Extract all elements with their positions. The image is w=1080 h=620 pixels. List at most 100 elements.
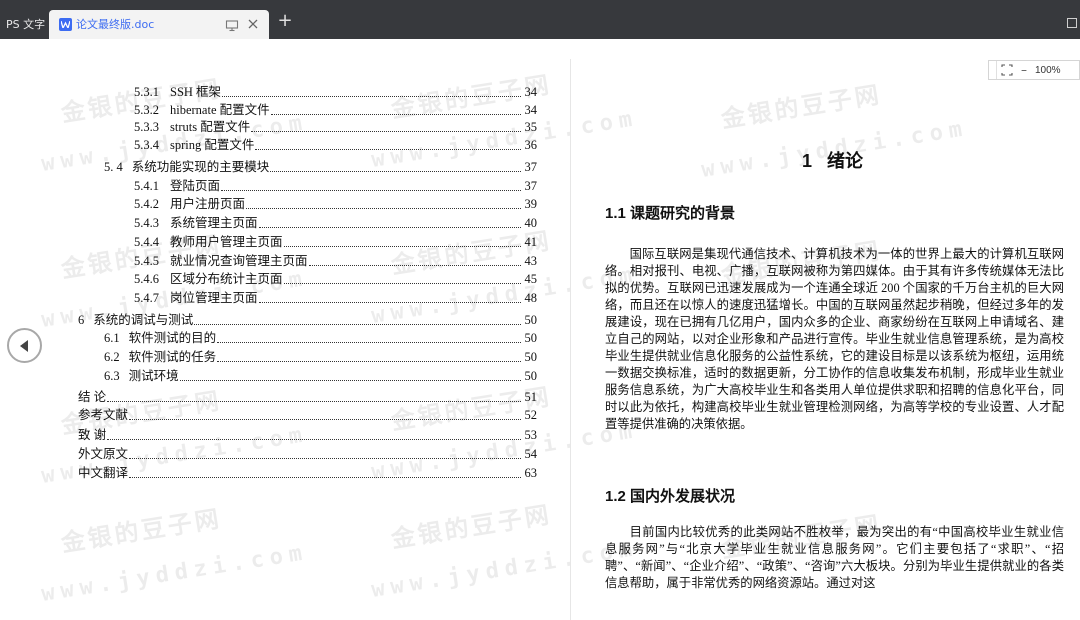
toc-entry[interactable]: 5.4.4 教师用户管理主页面 41: [134, 233, 537, 250]
toc-entry-title: 测试环境: [128, 369, 179, 383]
toc-entry-title: struts 配置文件: [170, 120, 251, 134]
toc-entry[interactable]: 6.1 软件测试的目的 50: [104, 329, 537, 346]
word-doc-icon: [59, 18, 72, 31]
toc-leader-dots: [255, 149, 521, 150]
toc-leader-dots: [258, 227, 521, 228]
toc-entry-page: 40: [524, 216, 538, 230]
document-view[interactable]: 金银的豆子网 www.jyddzi.com 金银的豆子网 www.jyddzi.…: [0, 39, 1080, 620]
toc-entry[interactable]: 6.2 软件测试的任务 50: [104, 348, 537, 365]
toc-entry-page: 50: [524, 313, 538, 327]
document-tab[interactable]: 论文最终版.doc: [49, 10, 269, 39]
toc-leader-dots: [221, 190, 521, 191]
toc-entry-page: 50: [524, 369, 538, 383]
toc-leader-dots: [107, 439, 521, 440]
toc-entry-title: 外文原文: [78, 447, 129, 461]
toc-leader-dots: [129, 458, 521, 459]
toc-entry[interactable]: 5.4.3 系统管理主页面 40: [134, 214, 537, 231]
watermark-url: www.jyddzi.com: [39, 540, 310, 607]
toc-entry[interactable]: 6.3 测试环境 50: [104, 367, 537, 384]
toc-entry[interactable]: 5.4.5 就业情况查询管理主页面 43: [134, 252, 537, 269]
toc-entry-page: 34: [524, 85, 538, 99]
toc-entry[interactable]: 致 谢 53: [78, 426, 537, 443]
toc-entry-page: 50: [524, 331, 538, 345]
toc-entry[interactable]: 中文翻译 63: [78, 464, 537, 481]
toc-entry[interactable]: 结 论 51: [78, 388, 537, 405]
toc-entry-number: 6: [78, 313, 85, 327]
toc-entry[interactable]: 5.3.1 SSH 框架 34: [134, 83, 537, 100]
toc-entry[interactable]: 5.4.1 登陆页面 37: [134, 177, 537, 194]
toc-entry[interactable]: 5. 4 系统功能实现的主要模块 37: [104, 158, 537, 175]
previous-page-button[interactable]: [7, 328, 42, 363]
drag-handle-icon[interactable]: [989, 61, 997, 79]
watermark-cn: 金银的豆子网: [389, 500, 554, 554]
zoom-level[interactable]: 100%: [1031, 65, 1061, 76]
toc-entry-title: 结 论: [78, 390, 107, 404]
toc-entry-title: 软件测试的目的: [128, 331, 217, 345]
toc-entry-title: 登陆页面: [170, 179, 221, 193]
toc-leader-dots: [194, 324, 521, 325]
toc-entry[interactable]: 参考文献 52: [78, 406, 537, 423]
toc-entry[interactable]: 5.3.3 struts 配置文件 35: [134, 118, 537, 135]
section-title-1-1: 1.1 课题研究的背景: [605, 205, 736, 222]
page-divider: [570, 59, 571, 620]
toc-entry[interactable]: 5.4.6 区域分布统计主页面 45: [134, 270, 537, 287]
toc-entry-page: 53: [524, 428, 538, 442]
new-tab-button[interactable]: +: [276, 12, 294, 30]
toc-entry-title: 中文翻译: [78, 466, 129, 480]
toc-leader-dots: [251, 131, 521, 132]
toc-entry-number: 5.4.7: [134, 291, 159, 305]
toc-leader-dots: [308, 265, 521, 266]
window-restore-icon[interactable]: [1067, 18, 1077, 28]
document-tab-title: 论文最终版.doc: [76, 18, 155, 31]
toc-entry-number: 5.3.4: [134, 138, 159, 152]
toc-entry-page: 35: [524, 120, 538, 134]
toc-leader-dots: [246, 208, 521, 209]
toc-entry-page: 50: [524, 350, 538, 364]
toc-leader-dots: [217, 342, 521, 343]
paragraph-background: 国际互联网是集现代通信技术、计算机技术为一体的世界上最大的计算机互联网络。相对报…: [605, 247, 1064, 431]
toc-entry[interactable]: 5.4.7 岗位管理主页面 48: [134, 289, 537, 306]
toc-entry-title: 系统的调试与测试: [93, 313, 194, 327]
toc-leader-dots: [179, 380, 521, 381]
section-title-1-2: 1.2 国内外发展状况: [605, 488, 736, 505]
watermark-cn: 金银的豆子网: [719, 80, 884, 134]
toc-entry-number: 5.3.2: [134, 103, 159, 117]
toc-entry-title: 用户注册页面: [170, 197, 246, 211]
toc-entry-page: 54: [524, 447, 538, 461]
toc-entry-page: 63: [524, 466, 538, 480]
toc-entry-page: 37: [524, 160, 538, 174]
monitor-icon[interactable]: [225, 18, 239, 32]
toc-entry-title: 致 谢: [78, 428, 107, 442]
toc-entry-title: 就业情况查询管理主页面: [170, 254, 308, 268]
toc-entry[interactable]: 外文原文 54: [78, 445, 537, 462]
zoom-out-button[interactable]: –: [1017, 63, 1031, 77]
toc-entry-title: 软件测试的任务: [128, 350, 217, 364]
app-tab[interactable]: PS 文字: [0, 10, 51, 39]
close-tab-icon[interactable]: [245, 16, 261, 32]
toc-entry-title: 区域分布统计主页面: [170, 272, 283, 286]
toc-entry-title: 系统管理主页面: [170, 216, 258, 230]
toc-entry-page: 41: [524, 235, 538, 249]
toc-leader-dots: [270, 114, 521, 115]
toc-leader-dots: [107, 401, 521, 402]
toc-entry[interactable]: 6 系统的调试与测试 50: [78, 311, 537, 328]
toc-entry-page: 43: [524, 254, 538, 268]
toc-entry-page: 39: [524, 197, 538, 211]
toc-entry-number: 5.4.2: [134, 197, 159, 211]
toc-entry-title: 参考文献: [78, 408, 129, 422]
toc-entry-number: 5.4.4: [134, 235, 159, 249]
toc-entry-number: 5.4.5: [134, 254, 159, 268]
toc-entry[interactable]: 5.4.2 用户注册页面 39: [134, 195, 537, 212]
zoom-control: – 100%: [988, 60, 1080, 80]
paragraph-status: 目前国内比较优秀的此类网站不胜枚举，最为突出的有“中国高校毕业生就业信息服务网”…: [605, 525, 1064, 590]
paragraph-clip: 目前国内比较优秀的此类网站不胜枚举，最为突出的有“中国高校毕业生就业信息服务网”…: [605, 524, 1064, 620]
toc-leader-dots: [129, 419, 521, 420]
watermark-cn: 金银的豆子网: [59, 504, 224, 558]
tab-bar: PS 文字 论文最终版.doc +: [0, 0, 1080, 39]
toc-entry-page: 36: [524, 138, 538, 152]
toc-entry-number: 6.3: [104, 369, 120, 383]
fit-page-icon[interactable]: [997, 61, 1017, 79]
toc-entry-number: 6.2: [104, 350, 120, 364]
toc-entry[interactable]: 5.3.4 spring 配置文件 36: [134, 136, 537, 153]
toc-entry-number: 5.4.1: [134, 179, 159, 193]
